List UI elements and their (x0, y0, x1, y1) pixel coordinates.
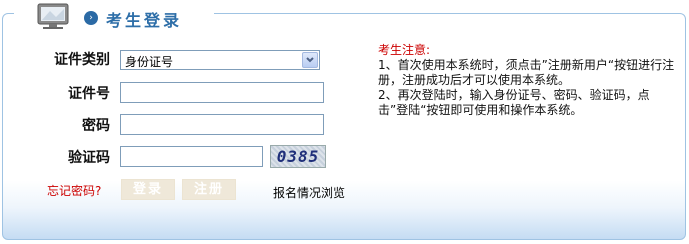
captcha-label: 验证码 (68, 150, 110, 166)
id-type-value: 身份证号 (125, 55, 174, 69)
registration-status-link[interactable]: 报名情况浏览 (273, 184, 345, 201)
notice-box: 考生注意: 1、首次使用本系统时，须点击”注册新用户“按钮进行注册，注册成功后才… (378, 43, 678, 118)
id-type-select[interactable]: 身份证号 (120, 50, 320, 70)
password-input[interactable] (120, 114, 324, 135)
notice-title: 考生注意: (378, 43, 431, 57)
forgot-password-link[interactable]: 忘记密码? (47, 182, 101, 199)
captcha-input[interactable] (120, 146, 263, 167)
notice-item-2: 2、再次登陆时，输入身份证号、密码、验证码，点击”登陆“按钮即可使用和操作本系统… (378, 88, 650, 117)
page-title: 考生登录 (106, 11, 183, 30)
login-button[interactable]: 登录 (121, 179, 175, 200)
id-number-label: 证件号 (68, 86, 110, 102)
computer-monitor-icon (37, 3, 69, 29)
chevron-right-circle-icon: › (84, 11, 98, 25)
id-number-input[interactable] (120, 82, 324, 103)
id-type-label: 证件类别 (54, 52, 110, 68)
captcha-image[interactable]: 0385 (270, 145, 326, 168)
notice-item-1: 1、首次使用本系统时，须点击”注册新用户“按钮进行注册，注册成功后才可以使用本系… (378, 58, 675, 87)
register-button[interactable]: 注册 (182, 179, 236, 200)
chevron-down-icon[interactable] (302, 52, 318, 68)
password-label: 密码 (82, 118, 110, 134)
